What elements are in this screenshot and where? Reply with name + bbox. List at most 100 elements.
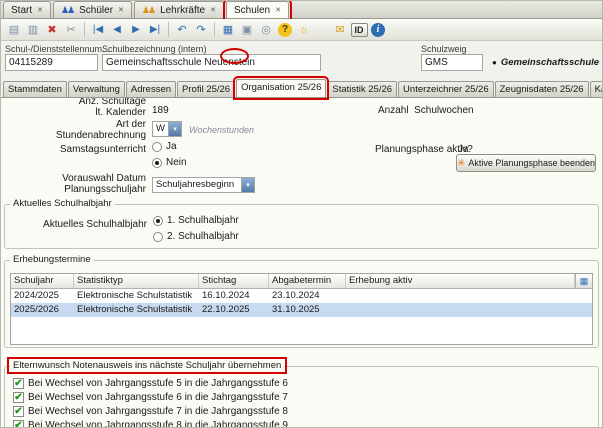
checkbox-label: Bei Wechsel von Jahrgangsstufe 6 in die … — [28, 392, 288, 403]
window-tab-lehrkraefte[interactable]: ♟♟ Lehrkräfte ✕ — [134, 1, 224, 18]
close-icon[interactable]: ✕ — [210, 6, 216, 14]
save-icon[interactable]: ▤ — [5, 21, 23, 39]
close-icon[interactable]: ✕ — [275, 6, 281, 14]
toolbar-separator — [214, 22, 215, 37]
schoolweeks-label: Anzahl Schulwochen — [378, 105, 474, 116]
cell-statistiktyp: Elektronische Schulstatistik — [74, 289, 199, 303]
column-header-abgabetermin[interactable]: Abgabetermin — [269, 274, 346, 288]
nav-prev-icon[interactable]: ◀ — [108, 21, 126, 39]
label-line: Stundenabrechnung — [1, 130, 146, 141]
school-branch-field[interactable]: GMS — [421, 54, 483, 71]
burst-icon: ✳ — [457, 158, 465, 169]
tab-organisation[interactable]: Organisation 25/26 — [236, 79, 326, 97]
select-value: W — [153, 122, 168, 136]
tab-label: Schulen — [234, 5, 270, 16]
school-name-field[interactable]: Gemeinschaftsschule Neuenstein — [102, 54, 321, 71]
info-glyph: i — [371, 23, 385, 37]
radio-label: 2. Schulhalbjahr — [167, 231, 239, 242]
close-icon[interactable]: ✕ — [118, 6, 124, 14]
accounting-hint: Wochenstunden — [189, 125, 254, 135]
chevron-down-icon[interactable]: ▾ — [241, 178, 254, 192]
school-number-label: Schul-/Dienststellennum... — [5, 44, 110, 54]
id-button[interactable]: ID — [350, 21, 368, 39]
cell-stichtag: 16.10.2024 — [199, 289, 269, 303]
table-header: Schuljahr Statistiktyp Stichtag Abgabete… — [11, 274, 592, 289]
tab-adressen[interactable]: Adressen — [126, 81, 176, 97]
radio-selected-icon — [153, 216, 163, 226]
tab-zeugnisdaten[interactable]: Zeugnisdaten 25/26 — [495, 81, 589, 97]
organisation-panel: Anz. Schultage lt. Kalender 189 Anzahl S… — [1, 98, 603, 428]
column-header-erhebung-aktiv[interactable]: Erhebung aktiv — [346, 274, 575, 288]
tab-label: Lehrkräfte — [160, 5, 205, 16]
cell-abgabetermin: 31.10.2025 — [269, 303, 346, 317]
id-label: ID — [351, 23, 368, 37]
surveys-table: Schuljahr Statistiktyp Stichtag Abgabete… — [10, 273, 593, 345]
column-header-statistiktyp[interactable]: Statistiktyp — [74, 274, 199, 288]
checkbox-grade-5-6[interactable]: ✔ Bei Wechsel von Jahrgangsstufe 5 in di… — [13, 378, 288, 389]
app-window: Start ✕ ♟♟ Schüler ✕ ♟♟ Lehrkräfte ✕ Sch… — [0, 0, 603, 428]
info-icon[interactable]: i — [369, 21, 387, 39]
question-glyph: ? — [278, 23, 292, 37]
radio-icon — [152, 142, 162, 152]
radio-label: Ja — [166, 141, 177, 152]
label-line: Anz. Schultage — [1, 98, 146, 107]
cell-statistiktyp: Elektronische Schulstatistik — [74, 303, 199, 317]
window-tab-start[interactable]: Start ✕ — [3, 1, 51, 18]
print-icon[interactable]: ▣ — [238, 21, 256, 39]
parents-wish-groupbox: Elternwunsch Notenausweis ins nächste Sc… — [4, 366, 599, 428]
table-row-selected[interactable]: 2025/2026 Elektronische Schulstatistik 2… — [11, 303, 592, 317]
close-icon[interactable]: ✕ — [37, 6, 43, 14]
checkbox-label: Bei Wechsel von Jahrgangsstufe 5 in die … — [28, 378, 288, 389]
window-tab-schulen[interactable]: Schulen ✕ — [226, 1, 289, 18]
preselect-date-select[interactable]: Schuljahresbeginn ▾ — [152, 177, 255, 193]
help-icon[interactable]: ? — [276, 21, 294, 39]
radio-second-halfyear[interactable]: 2. Schulhalbjahr — [153, 231, 239, 242]
radio-selected-icon — [152, 158, 162, 168]
checkbox-grade-7-8[interactable]: ✔ Bei Wechsel von Jahrgangsstufe 7 in di… — [13, 406, 288, 417]
end-planning-phase-button[interactable]: ✳ Aktive Planungsphase beenden — [456, 154, 596, 172]
copy-icon[interactable]: ▥ — [24, 21, 42, 39]
checkbox-grade-6-7[interactable]: ✔ Bei Wechsel von Jahrgangsstufe 6 in di… — [13, 392, 288, 403]
search-icon[interactable]: ◎ — [257, 21, 275, 39]
cut-icon[interactable]: ✂ — [62, 21, 80, 39]
surveys-group-title: Erhebungstermine — [10, 254, 94, 265]
column-header-schuljahr[interactable]: Schuljahr — [11, 274, 74, 288]
checkbox-grade-8-9[interactable]: ✔ Bei Wechsel von Jahrgangsstufe 8 in di… — [13, 420, 288, 428]
checkbox-label: Bei Wechsel von Jahrgangsstufe 8 in die … — [28, 420, 288, 428]
tab-unterzeichner[interactable]: Unterzeichner 25/26 — [398, 81, 494, 97]
saturday-radio-nein[interactable]: Nein — [152, 157, 187, 168]
button-label: Aktive Planungsphase beenden — [468, 158, 595, 168]
cell-abgabetermin: 23.10.2024 — [269, 289, 346, 303]
column-header-stichtag[interactable]: Stichtag — [199, 274, 269, 288]
tab-kalender-termine[interactable]: Kalender/Termine 25/26 — [590, 81, 603, 97]
school-number-field[interactable]: 04115289 — [5, 54, 98, 71]
tab-verwaltung[interactable]: Verwaltung — [68, 81, 125, 97]
schooldays-label: Anz. Schultage lt. Kalender — [1, 98, 146, 118]
label-line: Planungsschuljahr — [1, 184, 146, 195]
tab-profil[interactable]: Profil 25/26 — [177, 81, 235, 97]
checkbox-label: Bei Wechsel von Jahrgangsstufe 7 in die … — [28, 406, 288, 417]
undo-icon[interactable]: ↶ — [173, 21, 191, 39]
saturday-radio-ja[interactable]: Ja — [152, 141, 177, 152]
hint-icon[interactable]: ☼ — [295, 21, 313, 39]
accounting-select[interactable]: W ▾ — [152, 121, 182, 137]
table-icon[interactable]: ▦ — [219, 21, 237, 39]
column-config-button[interactable]: ▦ — [575, 274, 592, 288]
nav-first-icon[interactable]: |◀ — [89, 21, 107, 39]
cell-schuljahr: 2024/2025 — [11, 289, 74, 303]
toolbar-separator — [168, 22, 169, 37]
cell-stichtag: 22.10.2025 — [199, 303, 269, 317]
tab-statistik[interactable]: Statistik 25/26 — [327, 81, 397, 97]
table-row[interactable]: 2024/2025 Elektronische Schulstatistik 1… — [11, 289, 592, 303]
mail-icon[interactable]: ✉ — [331, 21, 349, 39]
tab-stammdaten[interactable]: Stammdaten — [3, 81, 67, 97]
radio-first-halfyear[interactable]: 1. Schulhalbjahr — [153, 215, 239, 226]
select-value: Schuljahresbeginn — [153, 178, 241, 192]
tab-label: Schüler — [79, 5, 113, 16]
redo-icon[interactable]: ↷ — [192, 21, 210, 39]
nav-last-icon[interactable]: ▶| — [146, 21, 164, 39]
chevron-down-icon[interactable]: ▾ — [168, 122, 181, 136]
nav-next-icon[interactable]: ▶ — [127, 21, 145, 39]
delete-icon[interactable]: ✖ — [43, 21, 61, 39]
window-tab-schueler[interactable]: ♟♟ Schüler ✕ — [53, 1, 132, 18]
